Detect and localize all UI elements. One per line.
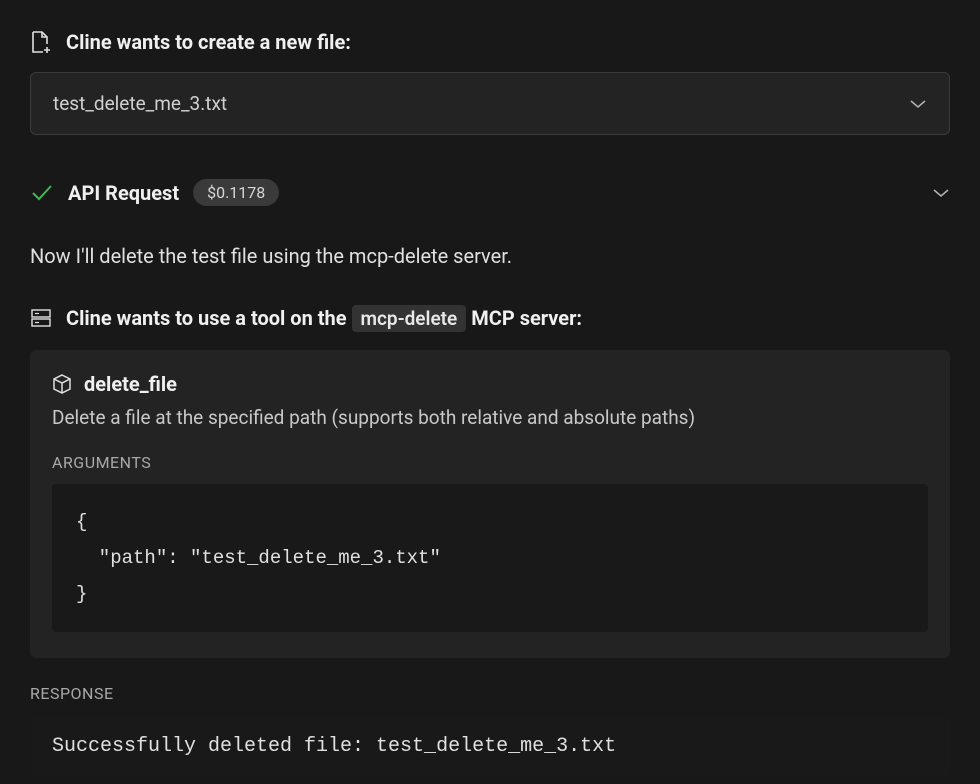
tool-use-prefix: Cline wants to use a tool on the [66,306,352,330]
tool-use-text: Cline wants to use a tool on the mcp-del… [66,306,582,330]
tool-description: Delete a file at the specified path (sup… [52,406,928,429]
file-name: test_delete_me_3.txt [53,92,227,115]
api-request-title: API Request [68,181,179,205]
tool-name: delete_file [84,372,177,396]
check-icon [30,183,54,203]
create-file-header: Cline wants to create a new file: [30,30,950,54]
tool-panel: delete_file Delete a file at the specifi… [30,350,950,658]
tool-name-row: delete_file [52,372,928,396]
server-icon [30,307,52,329]
chevron-down-icon[interactable] [909,98,927,110]
api-request-left: API Request $0.1178 [30,179,279,206]
cost-badge: $0.1178 [193,179,279,206]
chevron-down-icon[interactable] [932,187,950,199]
tool-use-suffix: MCP server: [466,306,582,330]
response-text: Successfully deleted file: test_delete_m… [30,717,950,776]
arguments-label: ARGUMENTS [52,453,928,472]
api-request-row[interactable]: API Request $0.1178 [30,179,950,206]
arguments-code: { "path": "test_delete_me_3.txt" } [52,484,928,632]
assistant-message: Now I'll delete the test file using the … [30,242,950,270]
create-file-title: Cline wants to create a new file: [66,30,351,54]
mcp-server-name: mcp-delete [352,305,467,332]
response-label: RESPONSE [30,684,950,703]
cube-icon [52,373,72,395]
tool-use-header: Cline wants to use a tool on the mcp-del… [30,306,950,330]
file-row[interactable]: test_delete_me_3.txt [30,72,950,135]
new-file-icon [30,30,52,54]
